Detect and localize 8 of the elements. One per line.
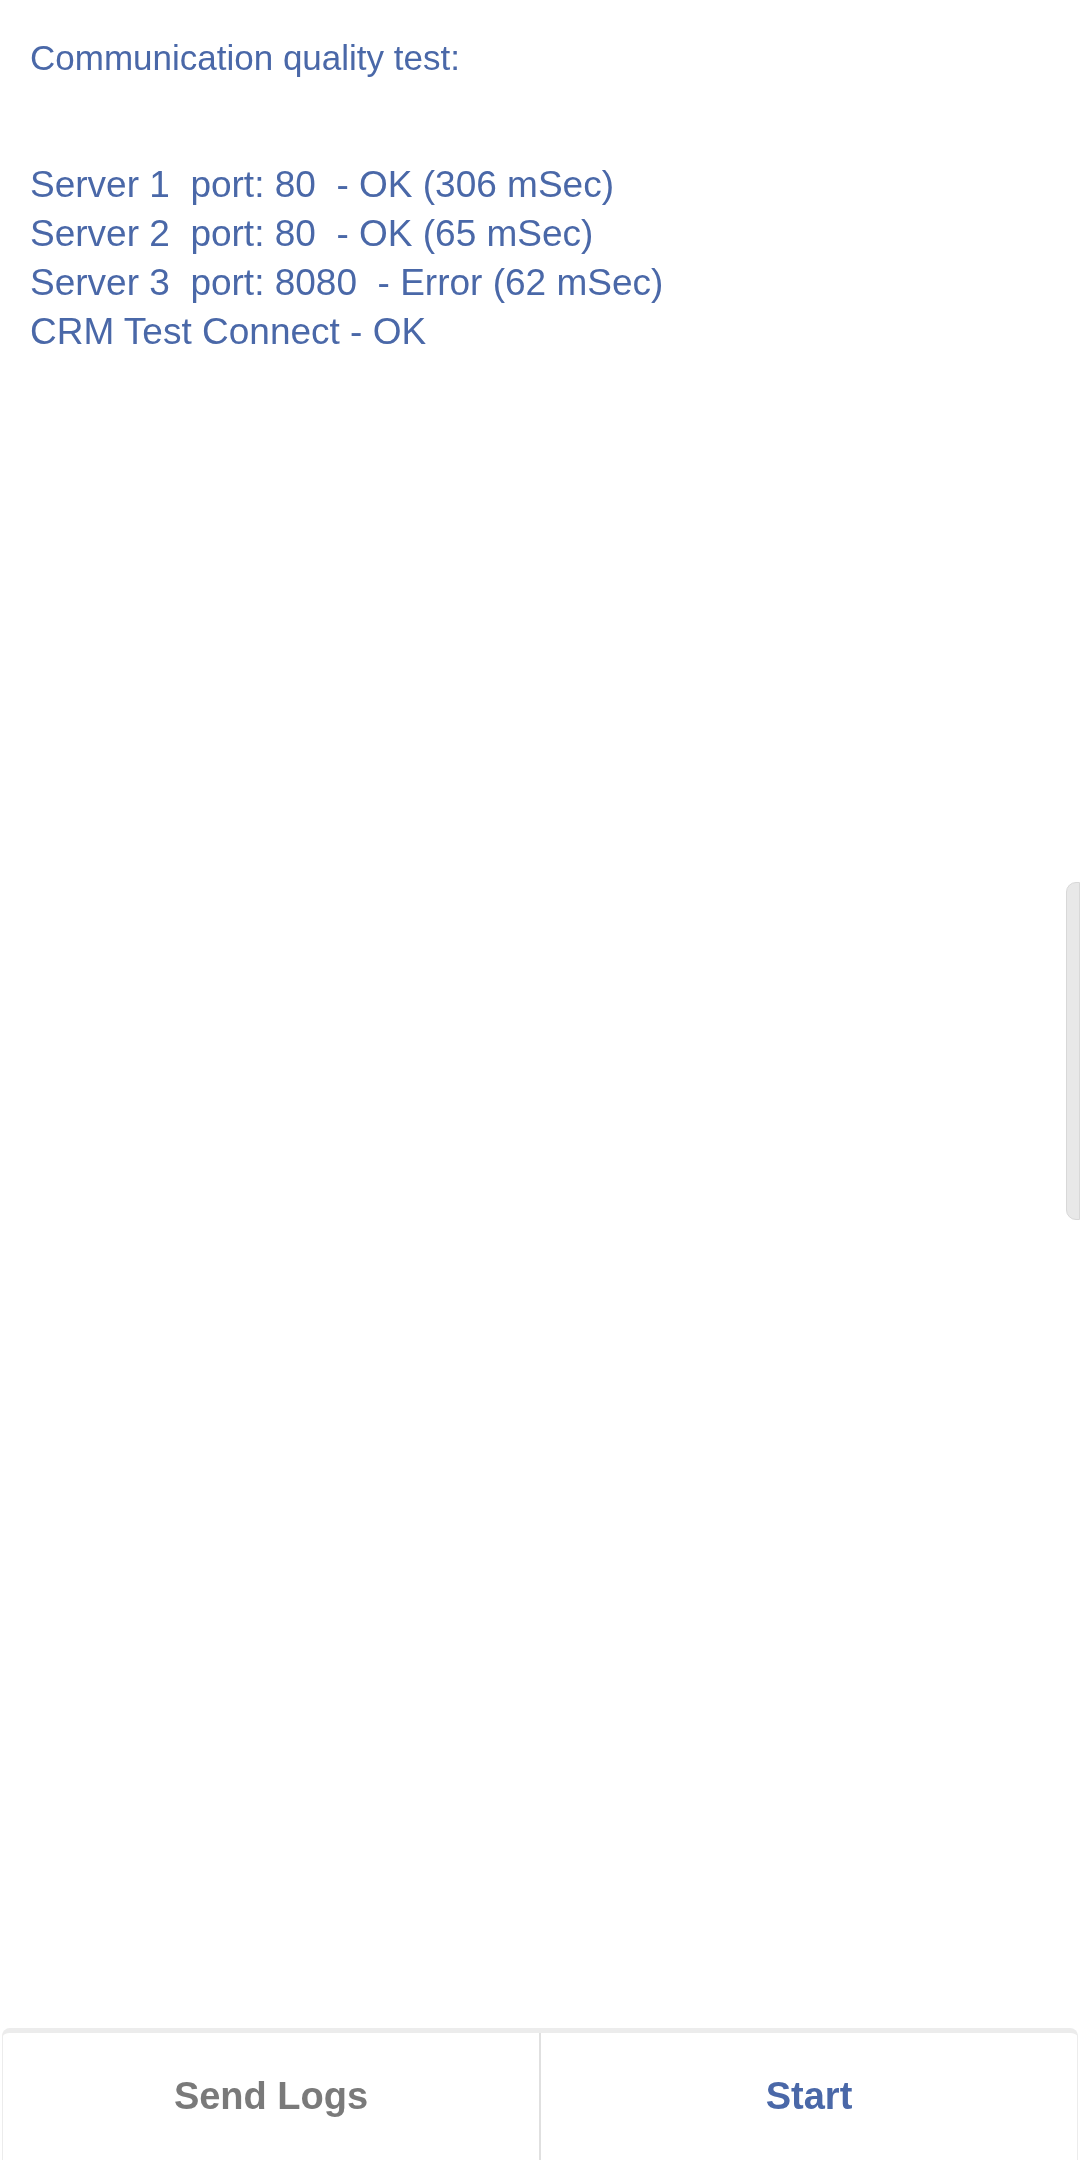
page-title: Communication quality test: <box>30 37 461 79</box>
send-logs-button[interactable]: Send Logs <box>153 2058 389 2135</box>
result-line: Server 3 port: 8080 - Error (62 mSec) <box>30 261 665 305</box>
result-line: Server 1 port: 80 - OK (306 mSec) <box>30 163 615 207</box>
result-line: CRM Test Connect - OK <box>30 310 428 354</box>
scrollbar-handle[interactable] <box>1066 882 1080 1220</box>
start-button[interactable]: Start <box>745 2058 873 2135</box>
result-line: Server 2 port: 80 - OK (65 mSec) <box>30 212 595 256</box>
